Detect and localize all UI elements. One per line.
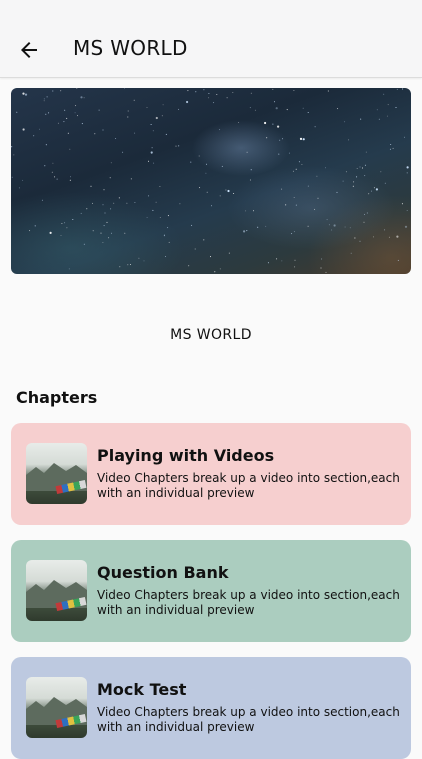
chapter-thumbnail bbox=[26, 443, 87, 504]
chapters-heading: Chapters bbox=[16, 388, 98, 407]
chapter-card-question-bank[interactable]: Question Bank Video Chapters break up a … bbox=[11, 540, 411, 642]
chapter-card-mock-test[interactable]: Mock Test Video Chapters break up a vide… bbox=[11, 657, 411, 759]
chapter-title: Question Bank bbox=[97, 563, 229, 582]
hero-image bbox=[11, 88, 411, 274]
chapter-thumbnail bbox=[26, 677, 87, 738]
chapter-description: Video Chapters break up a video into sec… bbox=[97, 705, 400, 734]
chapter-description: Video Chapters break up a video into sec… bbox=[97, 471, 400, 500]
chapter-title: Playing with Videos bbox=[97, 446, 275, 465]
arrow-left-icon bbox=[21, 42, 37, 58]
chapter-description: Video Chapters break up a video into sec… bbox=[97, 588, 400, 617]
chapter-thumbnail bbox=[26, 560, 87, 621]
chapter-card-playing-with-videos[interactable]: Playing with Videos Video Chapters break… bbox=[11, 423, 411, 525]
back-button[interactable] bbox=[14, 35, 44, 65]
chapter-title: Mock Test bbox=[97, 680, 187, 699]
app-bar: MS WORLD bbox=[0, 0, 422, 78]
page-title: MS WORLD bbox=[73, 36, 188, 60]
hero-caption: MS WORLD bbox=[170, 327, 252, 343]
